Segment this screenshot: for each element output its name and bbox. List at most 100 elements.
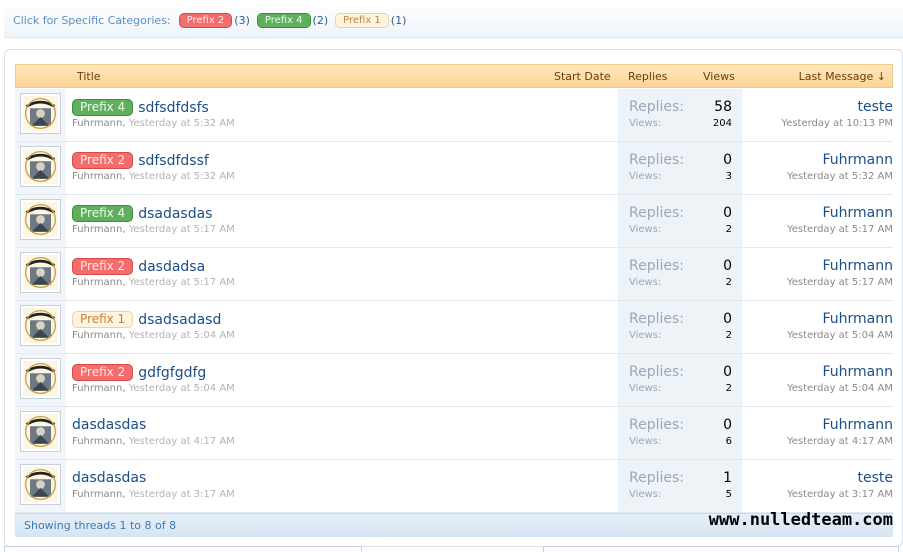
thread-start-time[interactable]: Yesterday at 5:17 AM (129, 277, 235, 288)
thread-row: Prefix 4 dsadasdas Fuhrmann, Yesterday a… (15, 195, 893, 248)
last-message-time-link[interactable]: Yesterday at 3:17 AM (787, 489, 893, 500)
last-message: Fuhrmann Yesterday at 5:17 AM (745, 248, 893, 300)
watermark: www.nulledteam.com (708, 510, 893, 530)
sort-by-replies[interactable]: Replies (628, 70, 668, 83)
replies-label: Replies: (629, 205, 685, 221)
last-message-user-link[interactable]: Fuhrmann (822, 417, 893, 433)
sort-by-title[interactable]: Title (77, 70, 101, 83)
thread-start-time[interactable]: Yesterday at 5:04 AM (129, 330, 235, 341)
avatar[interactable] (20, 411, 61, 452)
thread-meta: Fuhrmann, Yesterday at 5:32 AM (72, 171, 235, 182)
thread-author-link[interactable]: Fuhrmann, (72, 224, 126, 235)
last-message-user-link[interactable]: Fuhrmann (822, 311, 893, 327)
thread-prefix[interactable]: Prefix 2 (72, 152, 134, 169)
avatar-image-icon (23, 414, 58, 449)
avatar[interactable] (20, 305, 61, 346)
thread-title-line: Prefix 4 sdfsdfdsfs (72, 99, 209, 116)
thread-title-link[interactable]: dasdasdas (72, 470, 146, 486)
thread-author-link[interactable]: Fuhrmann, (72, 330, 126, 341)
thread-start-time[interactable]: Yesterday at 3:17 AM (129, 489, 235, 500)
avatar[interactable] (20, 358, 61, 399)
avatar[interactable] (20, 93, 61, 134)
last-message-time-link[interactable]: Yesterday at 5:17 AM (787, 277, 893, 288)
thread-author-link[interactable]: Fuhrmann, (72, 436, 126, 447)
thread-author-link[interactable]: Fuhrmann, (72, 118, 126, 129)
last-message-time-link[interactable]: Yesterday at 5:04 AM (787, 330, 893, 341)
category-filter-prefix-1[interactable]: Prefix 1 (335, 13, 389, 28)
thread-title-link[interactable]: dasdasdas (72, 417, 146, 433)
thread-stats: Replies: 58 Views: 204 (618, 89, 742, 141)
replies-label: Replies: (629, 417, 685, 433)
last-message: Fuhrmann Yesterday at 5:04 AM (745, 354, 893, 406)
thread-author-link[interactable]: Fuhrmann, (72, 171, 126, 182)
replies-count: 0 (723, 258, 732, 274)
thread-meta: Fuhrmann, Yesterday at 5:04 AM (72, 383, 235, 394)
views-label: Views: (629, 436, 662, 447)
thread-prefix[interactable]: Prefix 4 (72, 205, 134, 222)
avatar-cell (15, 354, 66, 406)
thread-prefix[interactable]: Prefix 1 (72, 311, 134, 328)
thread-row: dasdasdas Fuhrmann, Yesterday at 4:17 AM… (15, 407, 893, 460)
thread-title-link[interactable]: dsadasdas (138, 206, 212, 222)
bottom-box-right (543, 546, 899, 552)
thread-author-link[interactable]: Fuhrmann, (72, 383, 126, 394)
avatar[interactable] (20, 252, 61, 293)
thread-start-time[interactable]: Yesterday at 4:17 AM (129, 436, 235, 447)
last-message-user-link[interactable]: Fuhrmann (822, 364, 893, 380)
avatar[interactable] (20, 199, 61, 240)
thread-prefix[interactable]: Prefix 2 (72, 258, 134, 275)
replies-label: Replies: (629, 99, 685, 115)
views-count: 204 (712, 118, 732, 129)
category-filter-label: Click for Specific Categories: (13, 14, 171, 27)
thread-author-link[interactable]: Fuhrmann, (72, 489, 126, 500)
views-label: Views: (629, 224, 662, 235)
thread-stats: Replies: 0 Views: 2 (618, 301, 742, 353)
last-message-time-link[interactable]: Yesterday at 5:32 AM (787, 171, 893, 182)
last-message: teste Yesterday at 10:13 PM (745, 89, 893, 141)
thread-title-link[interactable]: dasdadsa (138, 259, 205, 275)
thread-start-time[interactable]: Yesterday at 5:32 AM (129, 118, 235, 129)
avatar[interactable] (20, 464, 61, 505)
thread-start-time[interactable]: Yesterday at 5:17 AM (129, 224, 235, 235)
last-message-user-link[interactable]: Fuhrmann (822, 152, 893, 168)
avatar-cell (15, 248, 66, 300)
thread-prefix[interactable]: Prefix 4 (72, 99, 134, 116)
sort-by-views[interactable]: Views (703, 70, 735, 83)
category-filter-prefix-2[interactable]: Prefix 2 (178, 13, 233, 28)
last-message-time-link[interactable]: Yesterday at 5:17 AM (787, 224, 893, 235)
replies-count: 1 (723, 470, 732, 486)
thread-start-time[interactable]: Yesterday at 5:32 AM (129, 171, 235, 182)
sort-by-start-date[interactable]: Start Date (554, 70, 611, 83)
thread-prefix[interactable]: Prefix 2 (72, 364, 134, 381)
thread-row: Prefix 2 gdfgfgdfg Fuhrmann, Yesterday a… (15, 354, 893, 407)
last-message-user-link[interactable]: Fuhrmann (822, 205, 893, 221)
thread-title-link[interactable]: gdfgfgdfg (138, 365, 206, 381)
avatar-cell (15, 301, 66, 353)
thread-list-panel: Title Start Date Replies Views Last Mess… (4, 49, 903, 547)
thread-meta: Fuhrmann, Yesterday at 5:32 AM (72, 118, 235, 129)
thread-author-link[interactable]: Fuhrmann, (72, 277, 126, 288)
last-message-time-link[interactable]: Yesterday at 10:13 PM (781, 118, 893, 129)
sort-by-last-message[interactable]: Last Message ↓ (799, 70, 886, 83)
views-count: 2 (725, 277, 732, 288)
thread-stats: Replies: 0 Views: 2 (618, 248, 742, 300)
category-count: (2) (312, 14, 329, 27)
avatar-cell (15, 460, 66, 512)
thread-start-time[interactable]: Yesterday at 5:04 AM (129, 383, 235, 394)
last-message-user-link[interactable]: Fuhrmann (822, 258, 893, 274)
replies-count: 0 (723, 205, 732, 221)
last-message-time-link[interactable]: Yesterday at 4:17 AM (787, 436, 893, 447)
thread-title-link[interactable]: sdfsdfdssf (138, 153, 209, 169)
thread-title-link[interactable]: dsadsadasd (138, 312, 221, 328)
last-message-time-link[interactable]: Yesterday at 5:04 AM (787, 383, 893, 394)
category-filter-prefix-4[interactable]: Prefix 4 (256, 13, 311, 28)
thread-stats: Replies: 0 Views: 2 (618, 195, 742, 247)
last-message-user-link[interactable]: teste (858, 470, 894, 486)
last-message-user-link[interactable]: teste (858, 99, 894, 115)
thread-meta: Fuhrmann, Yesterday at 4:17 AM (72, 436, 235, 447)
thread-title-line: Prefix 4 dsadasdas (72, 205, 212, 222)
avatar-image-icon (23, 255, 58, 290)
avatar[interactable] (20, 146, 61, 187)
thread-title-link[interactable]: sdfsdfdsfs (138, 100, 209, 116)
replies-count: 0 (723, 311, 732, 327)
